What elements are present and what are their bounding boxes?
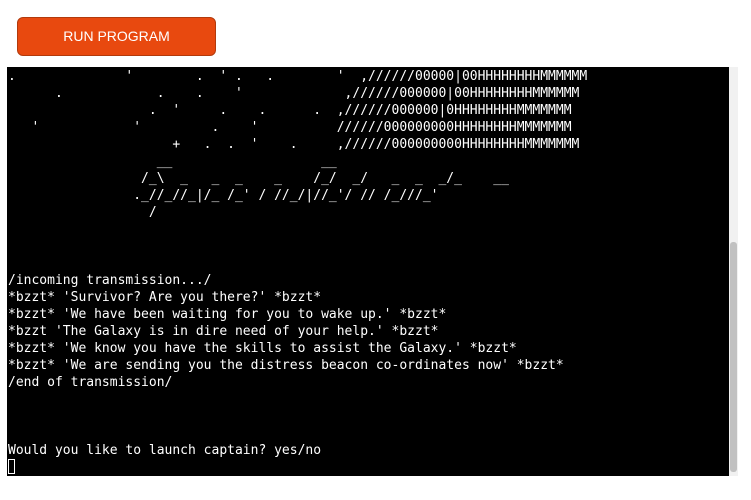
terminal-cursor[interactable] (8, 459, 15, 474)
scrollbar-thumb[interactable] (730, 242, 737, 472)
transmission-line: *bzzt* 'Survivor? Are you there?' *bzzt* (8, 290, 322, 305)
ascii-art-line: + . . ' . ,//////000000000HHHHHHHHMMMMMM… (8, 137, 580, 152)
ascii-art-line: __ __ (8, 154, 337, 169)
ascii-art-line: . ' . . . ,//////000000|0HHHHHHHHMMMMMMM (8, 103, 572, 118)
transmission-line: /incoming transmission.../ (8, 273, 212, 288)
ascii-art-line: ._//_//_|/_ /_' / //_/|//_'/ // /_///_' (8, 188, 439, 203)
transmission-line: *bzzt* 'We know you have the skills to a… (8, 341, 517, 356)
ascii-art-line: . ' . ' . . ' ,//////00000|00HHHHHHHHMMM… (8, 69, 588, 84)
transmission-line: *bzzt* 'We have been waiting for you to … (8, 307, 447, 322)
transmission-line: /end of transmission/ (8, 375, 173, 390)
launch-prompt: Would you like to launch captain? yes/no (8, 443, 322, 458)
transmission-line: *bzzt* 'We are sending you the distress … (8, 358, 564, 373)
ascii-art-line: / (8, 205, 157, 220)
run-program-button[interactable]: RUN PROGRAM (17, 17, 216, 56)
transmission-line: *bzzt 'The Galaxy is in dire need of you… (8, 324, 439, 339)
ascii-art-line: /_\ _ _ _ _ /_/ _/ _ _ _/_ __ (8, 171, 509, 186)
ascii-art-line: . . . ' ,//////000000|00HHHHHHHHMMMMMM (8, 86, 580, 101)
terminal-scrollbar[interactable] (729, 67, 738, 476)
terminal-screen[interactable]: . ' . ' . . ' ,//////00000|00HHHHHHHHMMM… (7, 67, 729, 476)
ascii-art-line: ' ' . ' //////000000000HHHHHHHHMMMMMMM (8, 120, 572, 135)
